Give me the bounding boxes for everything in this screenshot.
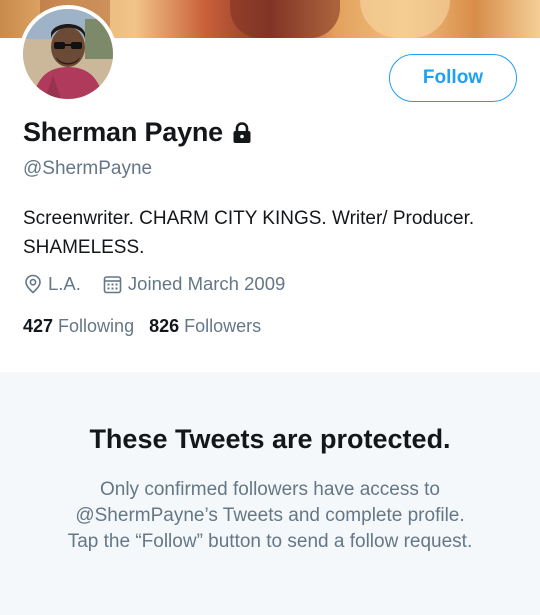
location-item: L.A. <box>24 273 81 295</box>
avatar-image <box>23 9 113 99</box>
protected-message: Only confirmed followers have access to … <box>67 479 473 552</box>
joined-text: Joined March 2009 <box>127 273 286 294</box>
calendar-icon <box>103 275 122 293</box>
followers-link[interactable]: 826 Followers <box>149 316 261 337</box>
joined-item: Joined March 2009 <box>103 273 285 295</box>
following-link[interactable]: 427 Following <box>23 316 134 337</box>
profile-handle: @ShermPayne <box>23 158 153 179</box>
protected-title: These Tweets are protected. <box>89 424 451 454</box>
location-text: L.A. <box>48 273 81 294</box>
banner-shape <box>230 0 340 38</box>
followers-label: Followers <box>184 316 262 336</box>
profile-name-row: Sherman Payne <box>23 117 252 148</box>
follow-button[interactable]: Follow <box>389 54 517 102</box>
following-count: 427 <box>23 316 54 336</box>
following-label: Following <box>58 316 135 336</box>
profile-bio: Screenwriter. CHARM CITY KINGS. Writer/ … <box>23 208 475 258</box>
follow-button-label: Follow <box>422 67 484 88</box>
follow-counts: 427 Following 826 Followers <box>23 316 261 337</box>
lock-icon <box>232 121 252 144</box>
banner-shape <box>360 0 450 38</box>
location-pin-icon <box>25 274 41 294</box>
profile-name: Sherman Payne <box>23 117 223 147</box>
protected-tweets-panel: These Tweets are protected. Only confirm… <box>0 372 540 615</box>
profile-meta: L.A. Joined March 2009 <box>24 273 285 295</box>
avatar[interactable] <box>19 5 117 103</box>
followers-count: 826 <box>149 316 180 336</box>
